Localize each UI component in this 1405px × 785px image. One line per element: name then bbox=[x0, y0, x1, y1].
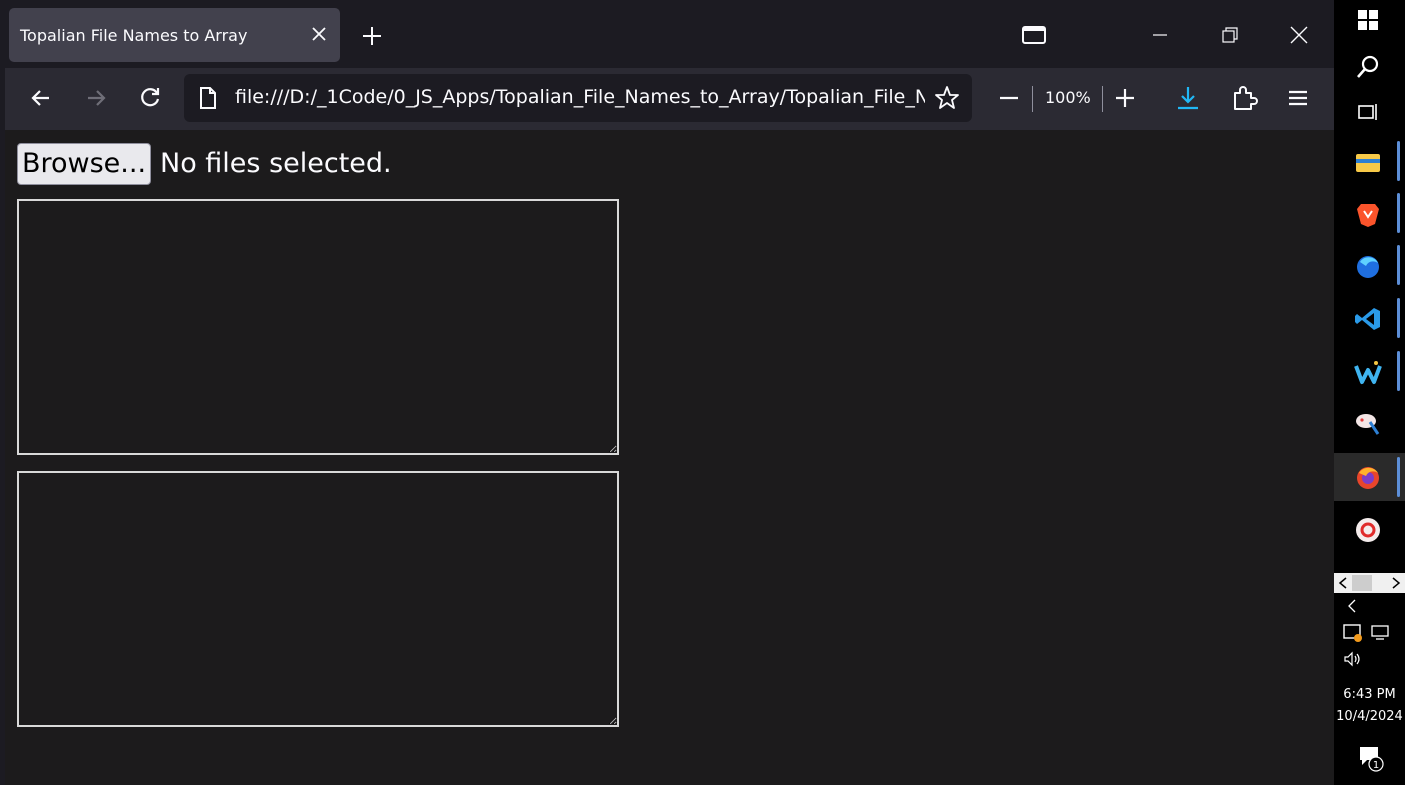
file-explorer-icon[interactable] bbox=[1354, 148, 1382, 176]
tab-active[interactable]: Topalian File Names to Array bbox=[9, 8, 340, 62]
menu-icon[interactable] bbox=[1284, 84, 1312, 112]
notification-count: 1 bbox=[1373, 760, 1379, 771]
vscode-icon[interactable] bbox=[1354, 305, 1382, 333]
paint-app-icon[interactable] bbox=[1354, 410, 1382, 438]
scroll-thumb[interactable] bbox=[1352, 575, 1372, 591]
clock-time[interactable]: 6:43 PM bbox=[1334, 687, 1405, 702]
extensions-icon[interactable] bbox=[1230, 84, 1258, 112]
brave-icon[interactable] bbox=[1354, 200, 1382, 228]
pinned-indicator bbox=[1397, 351, 1400, 391]
tab-list-icon[interactable] bbox=[1021, 22, 1047, 48]
close-icon[interactable] bbox=[308, 23, 330, 45]
zoom-out-icon[interactable] bbox=[995, 84, 1023, 112]
tab-title: Topalian File Names to Array bbox=[20, 26, 248, 45]
security-tray-icon[interactable] bbox=[1343, 624, 1363, 642]
new-tab-button[interactable] bbox=[360, 24, 384, 48]
minimize-icon[interactable] bbox=[1147, 22, 1173, 48]
nav-toolbar: file:///D:/_1Code/0_JS_Apps/Topalian_Fil… bbox=[5, 68, 1334, 130]
reload-icon[interactable] bbox=[136, 84, 164, 112]
restore-icon[interactable] bbox=[1217, 22, 1243, 48]
browser-window: Topalian File Names to Array file:///D:/… bbox=[5, 0, 1334, 785]
search-icon[interactable] bbox=[1354, 53, 1382, 81]
pinned-indicator bbox=[1397, 298, 1400, 338]
back-icon[interactable] bbox=[27, 84, 55, 112]
pinned-indicator bbox=[1397, 457, 1400, 497]
forward-icon[interactable] bbox=[82, 84, 110, 112]
app-w-icon[interactable] bbox=[1354, 358, 1382, 386]
file-status-text: No files selected. bbox=[160, 148, 392, 179]
page-content: Browse... No files selected. bbox=[5, 130, 1334, 785]
opera-icon[interactable] bbox=[1354, 516, 1382, 544]
pinned-indicator bbox=[1397, 193, 1400, 233]
zoom-in-icon[interactable] bbox=[1111, 84, 1139, 112]
notifications-icon[interactable]: 1 bbox=[1358, 744, 1384, 772]
pinned-indicator bbox=[1397, 141, 1400, 181]
clock-date[interactable]: 10/4/2024 bbox=[1334, 709, 1405, 724]
browse-button[interactable]: Browse... bbox=[17, 143, 151, 185]
taskbar-scrollbar[interactable] bbox=[1334, 573, 1405, 593]
windows-taskbar: 6:43 PM 10/4/2024 1 bbox=[1334, 0, 1405, 785]
textarea-top[interactable] bbox=[17, 199, 619, 455]
bookmark-star-icon[interactable] bbox=[934, 85, 960, 111]
scroll-right-icon[interactable] bbox=[1390, 576, 1402, 590]
zoom-level[interactable]: 100% bbox=[1045, 88, 1091, 107]
task-view-icon[interactable] bbox=[1354, 98, 1382, 126]
scroll-left-icon[interactable] bbox=[1337, 576, 1349, 590]
firefox-dev-icon[interactable] bbox=[1354, 252, 1382, 280]
download-icon[interactable] bbox=[1174, 84, 1202, 112]
zoom-separator bbox=[1032, 86, 1033, 112]
title-bar: Topalian File Names to Array bbox=[5, 0, 1334, 68]
zoom-separator bbox=[1102, 86, 1103, 112]
volume-icon[interactable] bbox=[1343, 650, 1363, 668]
show-hidden-icons-chevron-icon[interactable] bbox=[1345, 598, 1359, 614]
page-icon bbox=[200, 87, 216, 109]
url-bar[interactable]: file:///D:/_1Code/0_JS_Apps/Topalian_Fil… bbox=[184, 74, 972, 122]
firefox-icon[interactable] bbox=[1354, 463, 1382, 491]
textarea-bottom[interactable] bbox=[17, 471, 619, 727]
window-close-icon[interactable] bbox=[1286, 22, 1312, 48]
windows-start-icon[interactable] bbox=[1358, 10, 1378, 30]
network-icon[interactable] bbox=[1370, 624, 1390, 642]
url-text[interactable]: file:///D:/_1Code/0_JS_Apps/Topalian_Fil… bbox=[235, 86, 925, 108]
pinned-indicator bbox=[1397, 245, 1400, 285]
